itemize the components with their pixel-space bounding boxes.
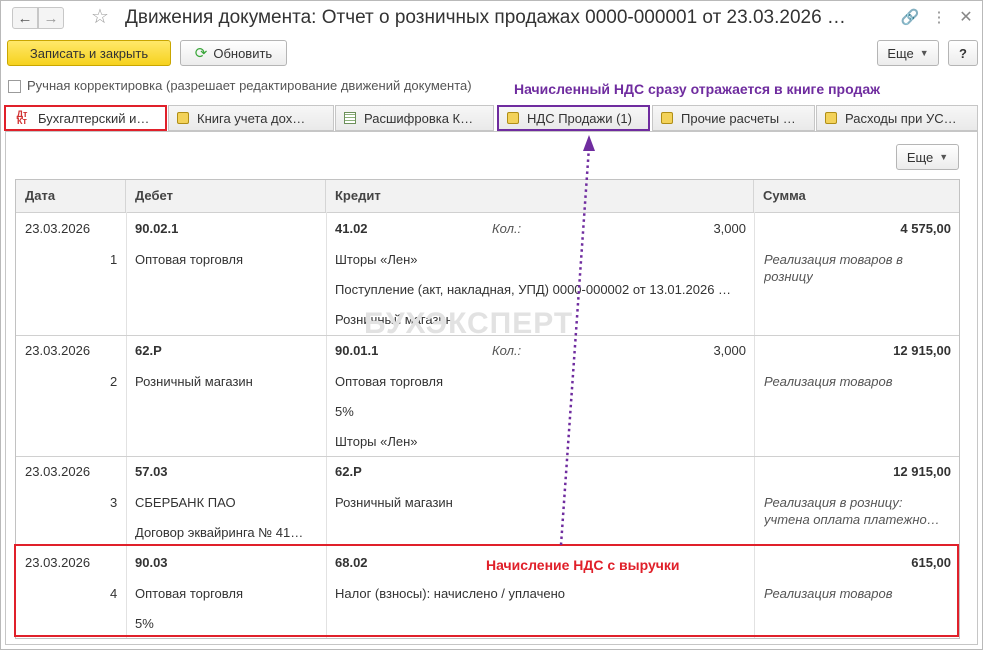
chevron-down-icon: ▼ [919,48,929,58]
row-date: 23.03.2026 [25,343,91,358]
row-content: Реализация товаров [764,374,893,389]
debit-account: 90.02.1 [135,221,179,236]
debit-subconto: Оптовая торговля [135,586,244,601]
row-content: Реализация товаров в [764,252,903,267]
credit-account: 41.02 [335,221,368,236]
credit-account: 90.01.1 [335,343,379,358]
debit-account: 90.03 [135,555,168,570]
row-number: 1 [110,252,118,267]
tab-income-book[interactable]: Книга учета дох… [168,105,334,131]
qty-label: Кол.: [492,221,522,236]
link-icon[interactable]: 🔗 [900,7,920,29]
row-number: 3 [110,495,118,510]
annotation-vat-charge: Начисление НДС с выручки [486,557,680,573]
save-and-close-label: Записать и закрыть [29,45,149,61]
credit-subconto: Шторы «Лен» [335,252,418,267]
document-icon [661,112,673,124]
column-divider [326,212,327,638]
qty-label: Кол.: [492,343,522,358]
more-button[interactable]: Еще ▼ [877,40,939,66]
more-vertical-icon[interactable]: ⋮ [929,7,949,29]
column-divider [126,212,127,638]
arrow-left-icon[interactable]: ← [12,7,38,29]
manual-correction-checkbox[interactable] [8,80,21,93]
credit-account: 62.Р [335,464,362,479]
tab-vat-sales[interactable]: НДС Продажи (1) [497,105,650,131]
debit-account: 57.03 [135,464,168,479]
row-date: 23.03.2026 [25,221,91,236]
arrow-right-icon[interactable]: → [38,7,64,29]
column-sum[interactable]: Сумма [754,180,959,212]
column-debit[interactable]: Дебет [126,180,326,212]
refresh-icon: ⟳ [194,45,208,62]
more-label: Еще [906,149,934,165]
credit-subconto: Поступление (акт, накладная, УПД) 0000-0… [335,282,732,297]
star-icon[interactable]: ☆ [91,5,109,29]
table-header: Дата Дебет Кредит Сумма [16,180,959,213]
row-sum: 615,00 [911,555,951,570]
debit-subconto: Договор эквайринга № 41… [135,525,304,540]
tab-label: Расшифровка К… [364,110,474,126]
help-button[interactable]: ? [948,40,978,66]
tab-usn-expenses[interactable]: Расходы при УС… [816,105,978,131]
debit-subconto: Розничный магазин [135,374,253,389]
row-number: 4 [110,586,118,601]
credit-subconto: Налог (взносы): начислено / уплачено [335,586,565,601]
row-sum: 12 915,00 [893,343,951,358]
grid-icon [344,112,356,124]
save-and-close-button[interactable]: Записать и закрыть [7,40,171,66]
qty-value: 3,000 [713,221,746,236]
tab-label: Бухгалтерский и… [38,110,150,126]
column-divider [754,212,755,638]
debit-account: 62.Р [135,343,162,358]
row-content: Реализация товаров [764,586,893,601]
manual-correction-label: Ручная корректировка (разрешает редактир… [27,78,472,93]
document-movements-window: ← → ☆ Движения документа: Отчет о рознич… [0,0,983,650]
row-sum: 12 915,00 [893,464,951,479]
row-divider [16,545,959,546]
qty-value: 3,000 [713,343,746,358]
credit-subconto: Оптовая торговля [335,374,444,389]
debit-subconto: Оптовая торговля [135,252,244,267]
annotation-vat-book: Начисленный НДС сразу отражается в книге… [514,81,881,97]
title-bar: ← → ☆ Движения документа: Отчет о рознич… [1,1,982,35]
tab-other-settlements[interactable]: Прочие расчеты … [652,105,815,131]
window-title: Движения документа: Отчет о розничных пр… [125,7,846,28]
row-divider [16,456,959,457]
tab-accounting[interactable]: Дт Кт Бухгалтерский и… [4,105,167,131]
row-content: Реализация в розницу: [764,495,903,510]
credit-account: 68.02 [335,555,368,570]
refresh-button[interactable]: ⟳ Обновить [180,40,287,66]
more-label: Еще [887,45,914,61]
document-icon [825,112,837,124]
column-credit[interactable]: Кредит [326,180,754,212]
tab-breakdown[interactable]: Расшифровка К… [335,105,494,131]
row-content: розницу [764,269,813,284]
credit-subconto: Розничный магазин [335,495,453,510]
document-icon [177,112,189,124]
document-icon [507,112,519,124]
debit-subconto: СБЕРБАНК ПАО [135,495,236,510]
watermark-logo: БУХЭКСПЕРТ [364,307,574,340]
tab-label: НДС Продажи (1) [527,110,632,126]
row-number: 2 [110,374,118,389]
chevron-down-icon: ▼ [939,152,949,162]
table-more-button[interactable]: Еще ▼ [896,144,959,170]
tab-label: Прочие расчеты … [681,110,796,126]
column-date[interactable]: Дата [16,180,126,212]
tab-label: Книга учета дох… [197,110,306,126]
help-label: ? [959,45,967,61]
row-content: учтена оплата платежно… [764,512,940,527]
credit-subconto: Шторы «Лен» [335,434,418,449]
credit-subconto: 5% [335,404,354,419]
debit-subconto: 5% [135,616,154,631]
tab-label: Расходы при УС… [845,110,957,126]
refresh-label: Обновить [213,45,273,61]
dt-kt-icon: Дт Кт [16,109,28,126]
row-date: 23.03.2026 [25,464,91,479]
row-date: 23.03.2026 [25,555,91,570]
close-icon[interactable]: ✕ [956,7,976,29]
row-sum: 4 575,00 [900,221,951,236]
